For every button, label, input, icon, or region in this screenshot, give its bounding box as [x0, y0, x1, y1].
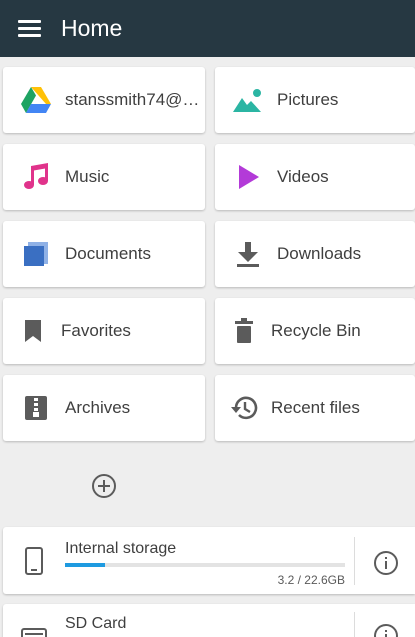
divider [354, 612, 355, 637]
image-icon [232, 84, 264, 116]
add-location-button[interactable] [91, 473, 117, 499]
trash-icon [228, 315, 260, 347]
tile-label: Recent files [271, 398, 360, 417]
tile-downloads[interactable]: Downloads [215, 221, 415, 287]
storage-info-button[interactable] [373, 623, 399, 637]
add-circle-icon [92, 474, 116, 498]
tile-archives[interactable]: Archives [3, 375, 205, 441]
tile-label: Downloads [277, 244, 362, 263]
tile-label: Music [65, 167, 110, 186]
storage-progress-bar [65, 563, 345, 567]
divider [354, 537, 355, 585]
phone-icon [21, 546, 47, 576]
storage-name: SD Card [65, 615, 127, 632]
tile-music[interactable]: Music [3, 144, 205, 210]
music-note-icon [20, 161, 52, 193]
tile-label: Videos [277, 167, 329, 186]
play-icon [232, 161, 264, 193]
tile-label: Pictures [277, 90, 339, 109]
tile-google-drive[interactable]: stanssmith74@… [3, 67, 205, 133]
info-icon [374, 624, 398, 637]
bookmark-icon [17, 315, 49, 347]
sd-card-icon [21, 624, 47, 637]
tile-label: Archives [65, 398, 131, 417]
history-icon [228, 392, 260, 424]
tile-recent-files[interactable]: Recent files [215, 375, 415, 441]
tile-label: Documents [65, 244, 151, 263]
app-bar: Home [0, 0, 415, 57]
page-title: Home [61, 15, 123, 41]
tile-videos[interactable]: Videos [215, 144, 415, 210]
archive-icon [20, 392, 52, 424]
storage-info-button[interactable] [373, 550, 399, 576]
storage-sd-card[interactable]: SD Card [3, 604, 415, 637]
tile-label: Recycle Bin [271, 321, 361, 340]
tile-recycle-bin[interactable]: Recycle Bin [215, 298, 415, 364]
tile-favorites[interactable]: Favorites [3, 298, 205, 364]
storage-internal[interactable]: Internal storage 3.2 / 22.6GB [3, 527, 415, 594]
info-icon [374, 551, 398, 575]
hamburger-menu-icon [17, 20, 41, 37]
download-icon [232, 238, 264, 270]
storage-name: Internal storage [65, 540, 177, 557]
menu-button[interactable] [0, 0, 58, 57]
tile-documents[interactable]: Documents [3, 221, 205, 287]
storage-progress-fill [65, 563, 105, 567]
documents-icon [20, 238, 52, 270]
tile-label: Favorites [61, 321, 131, 340]
google-drive-icon [20, 84, 52, 116]
tile-label: stanssmith74@… [65, 90, 200, 109]
tile-pictures[interactable]: Pictures [215, 67, 415, 133]
storage-size: 3.2 / 22.6GB [277, 573, 345, 587]
